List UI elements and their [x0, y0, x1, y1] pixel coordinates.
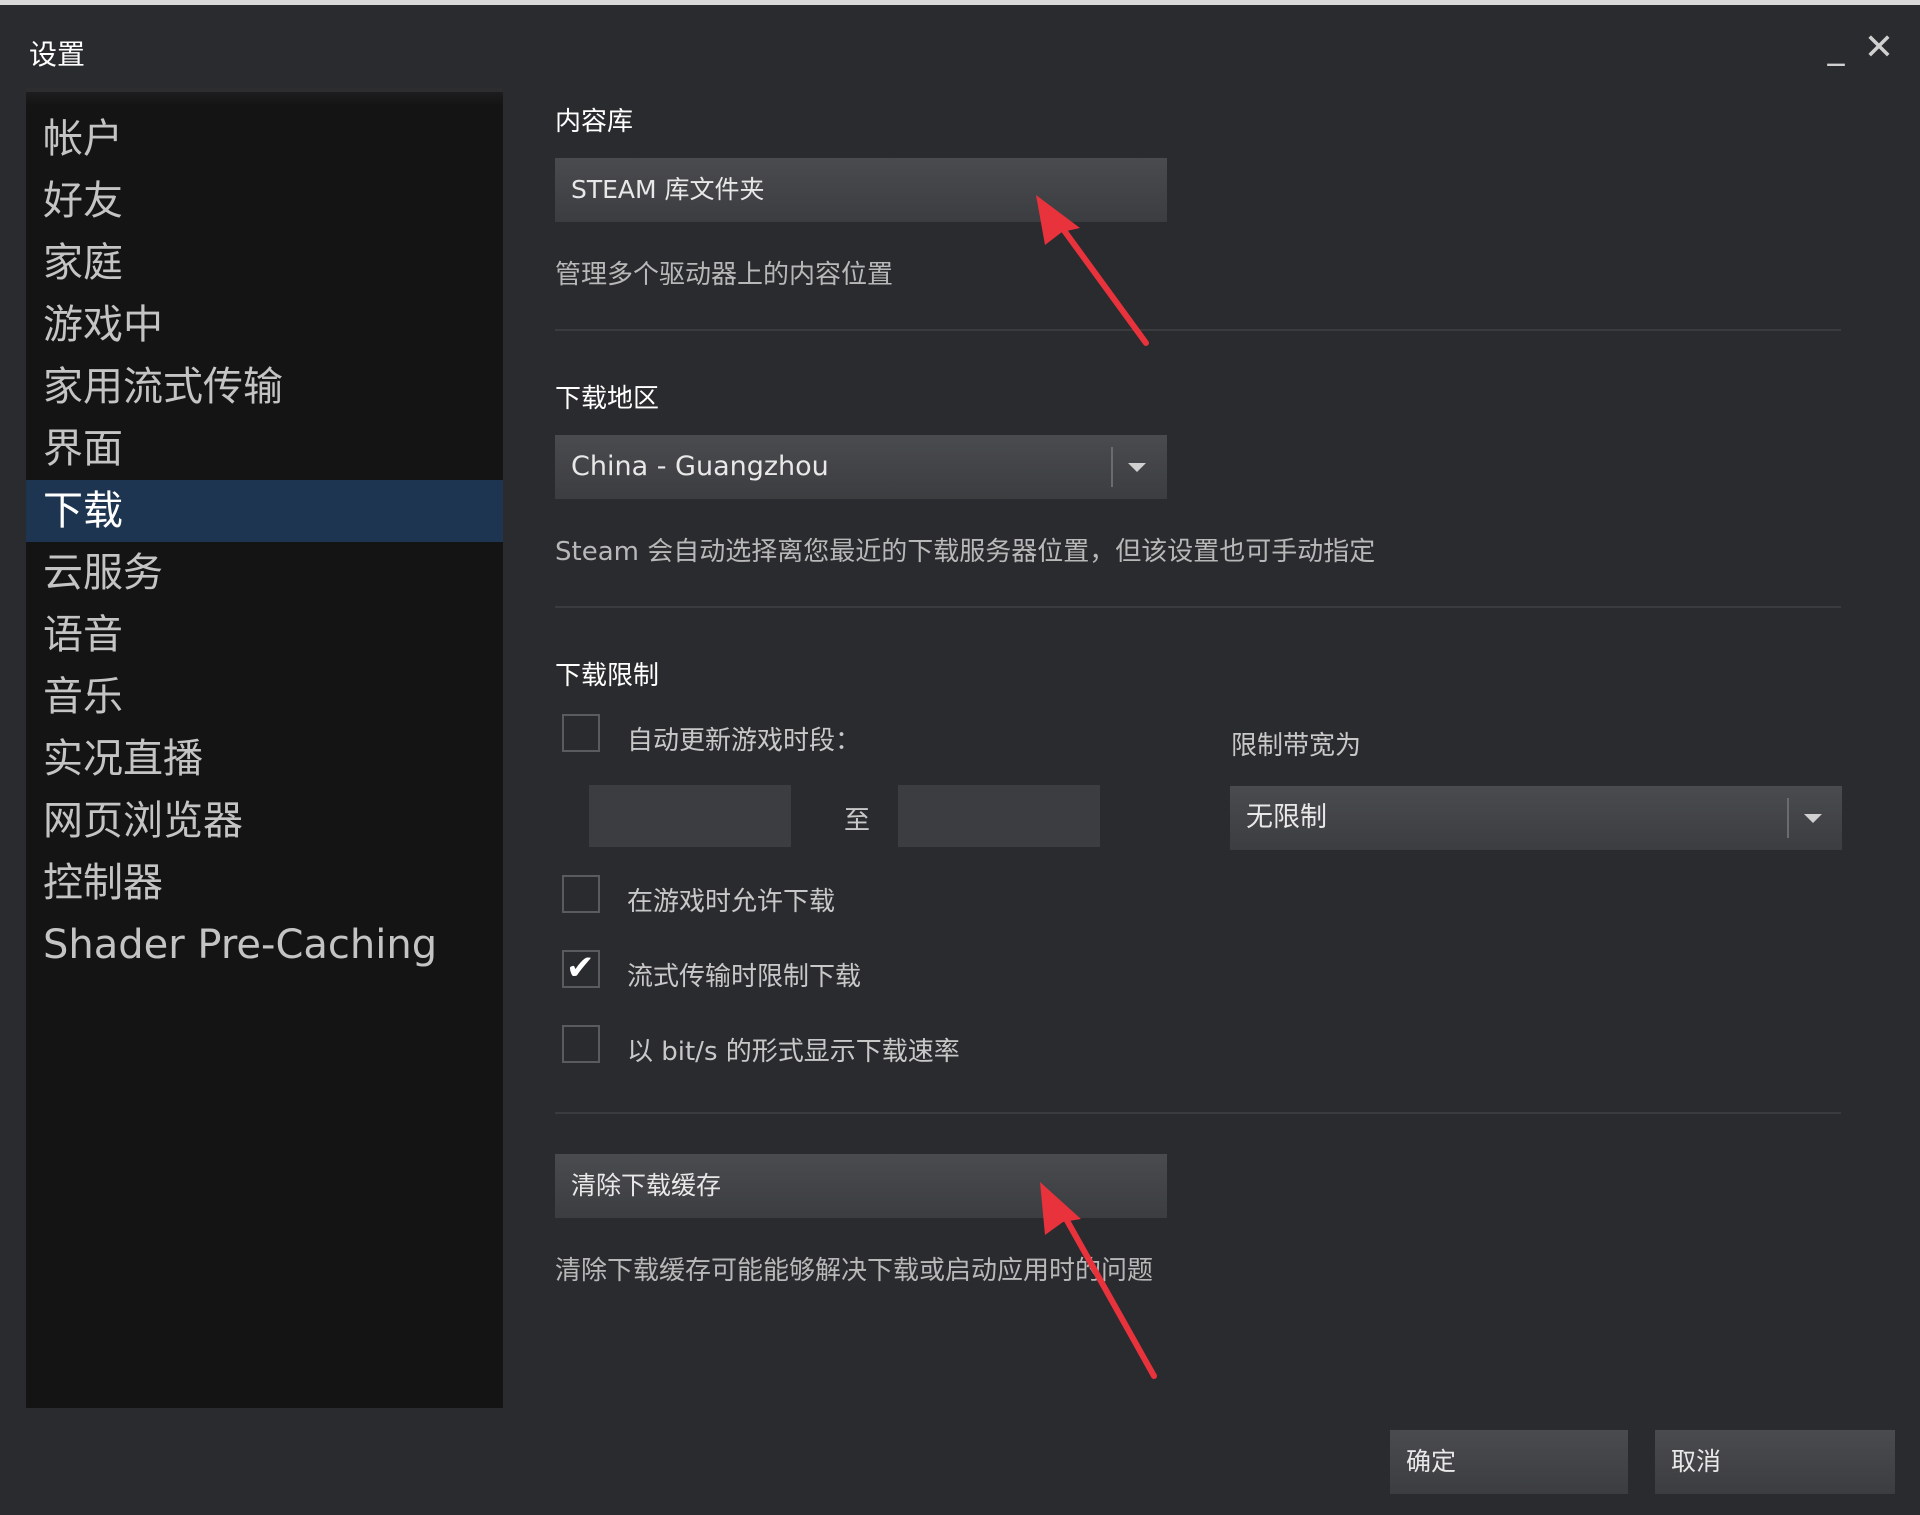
- annotation-arrow-clear-cache: [1040, 1182, 1157, 1379]
- annotation-arrow-library: [1036, 195, 1149, 346]
- annotation-arrows: [1036, 195, 1157, 1379]
